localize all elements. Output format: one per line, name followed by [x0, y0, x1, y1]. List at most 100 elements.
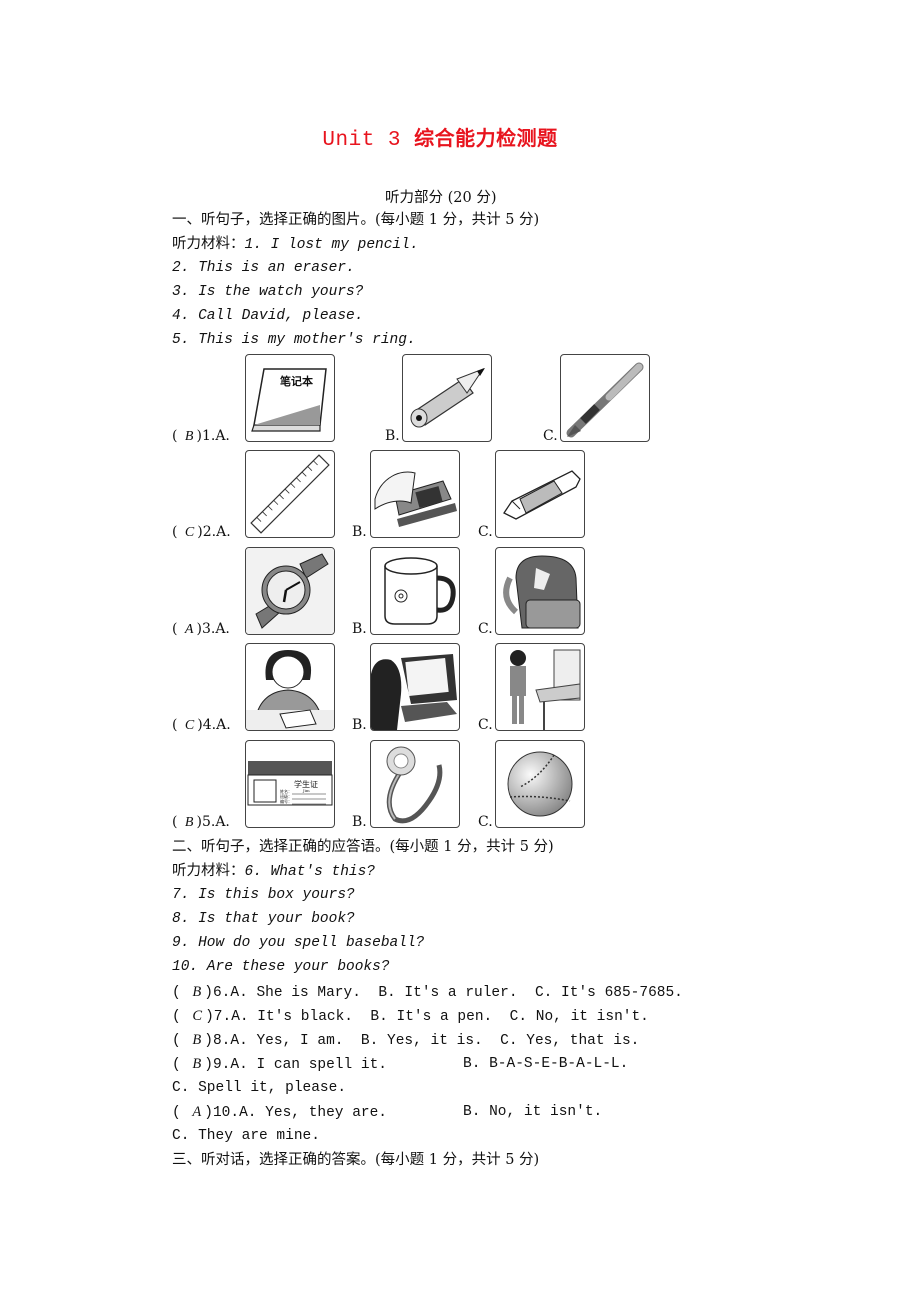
- id-name-value: Jim: [302, 788, 310, 793]
- question-number: ( C)4.A.: [172, 717, 231, 733]
- question-num: 3.: [201, 621, 216, 637]
- material-item: 2. This is an eraser.: [172, 260, 355, 276]
- question-num: 7.: [213, 1009, 232, 1025]
- fountain-pen-icon: [566, 362, 644, 438]
- girl-writing-picture[interactable]: [245, 643, 335, 731]
- option-label: B.: [385, 428, 400, 444]
- fountain-pen-picture[interactable]: [560, 354, 650, 442]
- option-a: A. Yes, they are.: [239, 1105, 388, 1121]
- open-book-picture[interactable]: [370, 450, 460, 538]
- section2-heading: 二、听句子，选择正确的应答语。(每小题 1 分，共计 5 分): [172, 839, 554, 855]
- option-a: A. She is Mary.: [230, 985, 361, 1001]
- answer-mark: C: [192, 1008, 203, 1024]
- girl-phone-icon: [510, 649, 581, 730]
- question-number: ( A)3.A.: [172, 621, 230, 637]
- girl-computer-icon: [371, 654, 457, 730]
- material-item: 10. Are these your books?: [172, 959, 390, 975]
- option-label: A.: [215, 814, 230, 830]
- girl-phone-picture[interactable]: [495, 643, 585, 731]
- option-c: C. Spell it, please.: [172, 1080, 347, 1096]
- question-num: 9.: [212, 1057, 231, 1073]
- open-book-icon: [374, 471, 457, 527]
- section1-heading: 一、听句子，选择正确的图片。(每小题 1 分，共计 5 分): [172, 212, 540, 228]
- option-b: B. It's a ruler.: [378, 985, 518, 1001]
- ring-icon: [386, 746, 443, 824]
- section1-material-line: 听力材料：1. I lost my pencil.: [172, 232, 419, 257]
- watch-icon: [246, 548, 334, 634]
- question-item: ( C)7.A. It's black. B. It's a pen. C. N…: [172, 1008, 649, 1025]
- section2-material-line: 听力材料：6. What's this?: [172, 859, 375, 884]
- question-num: 4.: [202, 717, 217, 733]
- section3-heading: 三、听对话，选择正确的答案。(每小题 1 分，共计 5 分): [172, 1152, 540, 1168]
- mug-picture[interactable]: [370, 547, 460, 635]
- option-a: A. Yes, I am.: [230, 1033, 344, 1049]
- answer-mark: A: [184, 622, 194, 637]
- question-num: 6.: [212, 985, 231, 1001]
- option-label: B.: [352, 814, 367, 830]
- option-b: B. No, it isn't.: [463, 1104, 603, 1120]
- option-a: A. It's black.: [231, 1009, 354, 1025]
- baseball-picture[interactable]: [495, 740, 585, 828]
- page-title: Unit 3 综合能力检测题: [0, 122, 920, 152]
- title-cn: 综合能力检测题: [414, 126, 558, 150]
- question-num: 8.: [212, 1033, 231, 1049]
- question-number: ( C)2.A.: [172, 524, 231, 540]
- notebook-cover-text: 笔记本: [280, 374, 313, 388]
- question-num: 1.: [201, 428, 216, 444]
- question-number: ( B)1.A.: [172, 428, 230, 444]
- material-item: 3. Is the watch yours?: [172, 284, 364, 300]
- student-id-card-picture[interactable]: 学生证 姓名： 班级： 编号： Jim: [245, 740, 335, 828]
- question-number: ( B)5.A.: [172, 814, 230, 830]
- material-item: 9. How do you spell baseball?: [172, 935, 425, 951]
- answer-mark: B: [184, 429, 194, 444]
- material-item: 1. I lost my pencil.: [244, 237, 419, 253]
- option-label: A.: [216, 524, 231, 540]
- answer-mark: A: [192, 1104, 202, 1120]
- question-item: ( B)9.A. I can spell it.: [172, 1056, 388, 1073]
- answer-mark: C: [184, 718, 195, 733]
- ruler-icon: [250, 454, 330, 534]
- option-c: C. Yes, that is.: [500, 1033, 640, 1049]
- answer-mark: B: [192, 984, 202, 1000]
- title-prefix: Unit 3: [322, 129, 415, 152]
- eraser-icon: [503, 470, 581, 520]
- girl-computer-picture[interactable]: [370, 643, 460, 731]
- notebook-icon: 笔记本: [251, 368, 327, 432]
- question-num: 5.: [201, 814, 216, 830]
- question-num: 10.: [212, 1105, 240, 1121]
- eraser-picture[interactable]: [495, 450, 585, 538]
- answer-mark: C: [184, 525, 195, 540]
- listening-part-heading: 听力部分 (20 分): [385, 190, 497, 206]
- pencil-icon: [410, 367, 485, 428]
- option-b: B. B-A-S-E-B-A-L-L.: [463, 1056, 629, 1072]
- ruler-picture[interactable]: [245, 450, 335, 538]
- option-label: A.: [215, 428, 230, 444]
- question-num: 2.: [202, 524, 217, 540]
- option-label: C.: [478, 717, 493, 733]
- question-item: ( B)6.A. She is Mary. B. It's a ruler. C…: [172, 984, 683, 1001]
- material-item: 7. Is this box yours?: [172, 887, 355, 903]
- option-b: B. It's a pen.: [370, 1009, 493, 1025]
- ring-picture[interactable]: [370, 740, 460, 828]
- question-item: ( A)10.A. Yes, they are.: [172, 1104, 388, 1121]
- option-label: C.: [478, 814, 493, 830]
- option-label: C.: [478, 524, 493, 540]
- option-c: C. No, it isn't.: [509, 1009, 649, 1025]
- pencil-picture[interactable]: [402, 354, 492, 442]
- material-label: 听力材料：: [172, 236, 245, 252]
- girl-writing-icon: [246, 650, 334, 730]
- option-label: B.: [352, 621, 367, 637]
- backpack-picture[interactable]: [495, 547, 585, 635]
- notebook-picture[interactable]: 笔记本: [245, 354, 335, 442]
- option-b: B. Yes, it is.: [360, 1033, 483, 1049]
- watch-picture[interactable]: [245, 547, 335, 635]
- option-c: C. It's 685-7685.: [534, 985, 683, 1001]
- answer-mark: B: [192, 1032, 202, 1048]
- option-label: A.: [216, 717, 231, 733]
- answer-mark: B: [184, 815, 194, 830]
- material-item: 5. This is my mother's ring.: [172, 332, 416, 348]
- baseball-icon: [507, 751, 573, 817]
- material-item: 6. What's this?: [244, 864, 376, 880]
- option-c: C. They are mine.: [172, 1128, 320, 1144]
- mug-icon: [384, 557, 456, 625]
